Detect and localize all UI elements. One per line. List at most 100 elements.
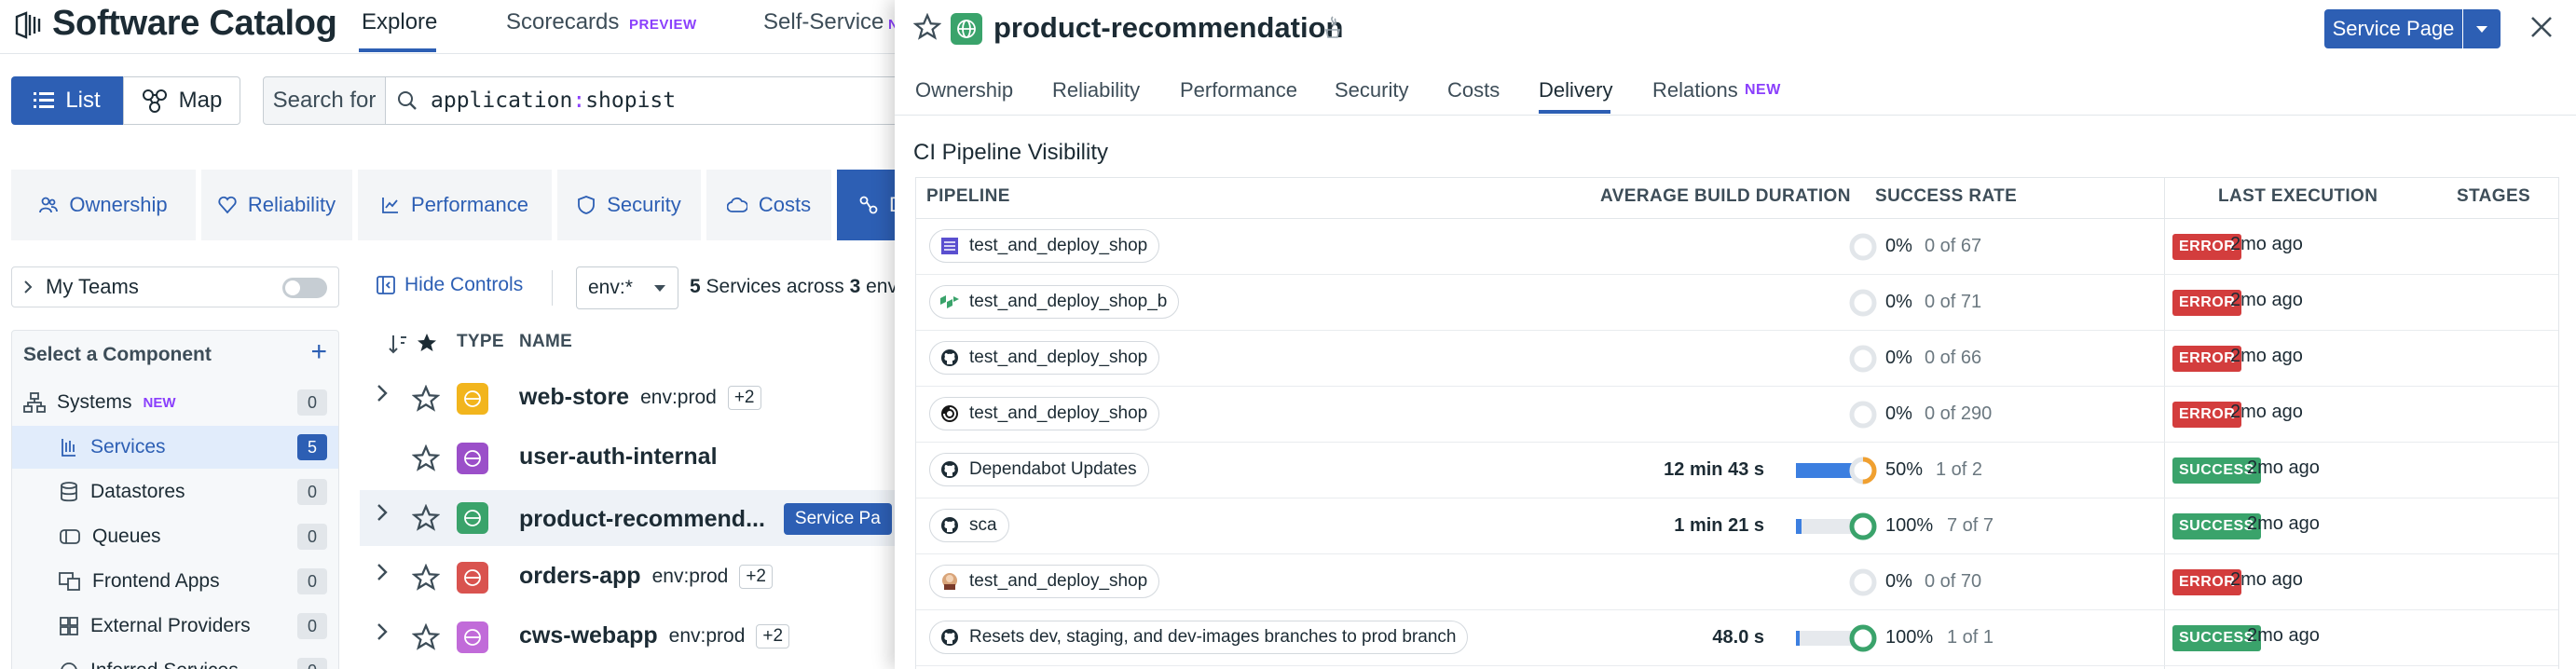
datastore-icon (59, 482, 79, 502)
chevron-right-icon[interactable] (377, 503, 388, 522)
pipeline-name-pill[interactable]: test_and_deploy_shop (929, 397, 1160, 430)
more-tags-badge[interactable]: +2 (756, 623, 790, 649)
service-page-button[interactable]: Service Page (2324, 9, 2462, 48)
favorite-star-icon[interactable] (412, 564, 440, 592)
pipeline-name-pill[interactable]: test_and_deploy_shop (929, 229, 1160, 263)
systems-icon (23, 392, 46, 413)
panel-tab-relations[interactable]: Relations (1652, 78, 1738, 102)
duration-bar (1796, 519, 1854, 534)
component-item-external-providers[interactable]: External Providers 0 (12, 605, 338, 648)
panel-tab-reliability[interactable]: Reliability (1052, 78, 1140, 102)
component-item-systems[interactable]: Systems NEW 0 (12, 381, 338, 424)
ring-fill (1849, 624, 1877, 652)
list-view-button[interactable]: List (11, 76, 123, 125)
pipeline-name: test_and_deploy_shop (969, 403, 1148, 423)
service-name[interactable]: web-store (519, 384, 629, 411)
success-rate-value: 0% (1885, 292, 1912, 312)
service-name[interactable]: cws-webapp (519, 622, 658, 649)
services-count-text: Services across (700, 276, 850, 297)
pipeline-name-pill[interactable]: test_and_deploy_shop (929, 341, 1160, 375)
search-input[interactable]: application:shopist (386, 76, 895, 125)
component-item-services[interactable]: Services 5 (12, 426, 338, 469)
pipeline-column-header[interactable]: PIPELINE (926, 186, 1010, 207)
perf-tab-security[interactable]: Security (557, 170, 701, 240)
service-name[interactable]: product-recommend... (519, 506, 765, 533)
duration-bar (1796, 631, 1854, 646)
pipeline-row[interactable]: test_and_deploy_shop 0% 0 of 67 ERROR 2mo a… (916, 219, 2558, 275)
chevron-right-icon[interactable] (377, 622, 388, 641)
service-name-cell: orders-app env:prod +2 (519, 563, 773, 590)
perf-tab-ownership[interactable]: Ownership (11, 170, 196, 240)
services-count-number: 5 (690, 276, 701, 297)
favorite-star-icon[interactable] (412, 385, 440, 413)
pipeline-name-pill[interactable]: test_and_deploy_shop_b (929, 285, 1180, 319)
nav-tab-scorecards[interactable]: Scorecards (506, 9, 619, 35)
success-rate-column-header[interactable]: SUCCESS RATE (1875, 186, 2017, 207)
avg-duration-column-header[interactable]: AVERAGE BUILD DURATION (1600, 186, 1851, 207)
hide-controls-button[interactable]: Hide Controls (377, 274, 523, 296)
perf-tab-reliability[interactable]: Reliability (201, 170, 352, 240)
more-tags-badge[interactable]: +2 (739, 564, 773, 589)
perf-tab-label: Costs (758, 193, 812, 216)
favorite-star-icon[interactable] (412, 623, 440, 651)
name-column-header[interactable]: NAME (519, 332, 572, 352)
pipeline-row[interactable]: Dependabot Updates 12 min 43 s 50% 1 of 2S… (916, 443, 2558, 498)
panel-tab-performance[interactable]: Performance (1180, 78, 1297, 102)
shield-icon (577, 196, 596, 214)
nav-tab-explore[interactable]: Explore (362, 9, 437, 35)
panel-tab-ownership[interactable]: Ownership (915, 78, 1013, 102)
pipeline-name-pill[interactable]: Resets dev, staging, and dev-images bran… (929, 621, 1469, 654)
pipeline-row[interactable]: test_and_deploy_shop 0% 0 of 66 ERROR 2mo a… (916, 331, 2558, 387)
favorite-star-icon[interactable] (412, 444, 440, 472)
pipeline-name-pill[interactable]: sca (929, 509, 1009, 542)
panel-tab-security[interactable]: Security (1335, 78, 1408, 102)
pipeline-row[interactable]: Resets dev, staging, and dev-images bran… (916, 610, 2558, 666)
sort-icon[interactable] (388, 334, 408, 354)
panel-tab-delivery[interactable]: Delivery (1539, 78, 1612, 102)
perf-tab-performance[interactable]: Performance (358, 170, 552, 240)
pipeline-name-pill[interactable]: test_and_deploy_shop (929, 565, 1160, 598)
favorite-column-star-icon[interactable] (416, 332, 438, 354)
service-name[interactable]: user-auth-internal (519, 444, 718, 471)
table-row[interactable]: cws-webapp env:prod +2 (360, 609, 895, 665)
ring-fill (1849, 512, 1877, 540)
type-column-header[interactable]: TYPE (457, 332, 504, 352)
table-row[interactable]: product-recommend... Service Pa (360, 490, 895, 546)
component-item-queues[interactable]: Queues 0 (12, 515, 338, 558)
last-execution-time: 2mo ago (2247, 457, 2320, 478)
pipeline-row[interactable]: test_and_deploy_shop 0% 0 of 290 ERROR 2mo … (916, 387, 2558, 443)
table-row[interactable]: orders-app env:prod +2 (360, 550, 895, 606)
pipeline-row[interactable]: test_and_deploy_shop 0% 0 of 70 ERROR 2mo a… (916, 554, 2558, 610)
perf-tab-delivery[interactable]: D (837, 170, 895, 240)
favorite-star-icon[interactable] (412, 504, 440, 532)
my-teams-toggle[interactable] (282, 278, 327, 298)
my-teams-filter[interactable]: My Teams (11, 266, 339, 307)
map-view-button[interactable]: Map (123, 76, 240, 125)
service-page-menu-button[interactable] (2463, 9, 2501, 48)
table-row[interactable]: web-store env:prod +2 (360, 371, 895, 427)
pipeline-row[interactable]: test_and_deploy_shop_b 0% 0 of 71 ERROR 2mo… (916, 275, 2558, 331)
panel-tabs-divider (895, 115, 2576, 116)
close-icon[interactable] (2528, 13, 2555, 41)
more-tags-badge[interactable]: +2 (727, 385, 761, 410)
component-item-inferred-services[interactable]: Inferred Services 0 (12, 649, 338, 669)
env-select[interactable]: env:* (576, 266, 678, 309)
perf-tab-label: Security (607, 193, 681, 216)
perf-tab-costs[interactable]: Costs (706, 170, 831, 240)
stages-column-header[interactable]: STAGES (2457, 186, 2530, 207)
pipeline-name-pill[interactable]: Dependabot Updates (929, 453, 1149, 486)
ring-track (1849, 233, 1877, 261)
pipeline-row[interactable]: sca 1 min 21 s 100% 7 of 7 SUCCESS 2mo ago (916, 498, 2558, 554)
chevron-right-icon[interactable] (377, 384, 388, 403)
service-name[interactable]: orders-app (519, 563, 641, 590)
table-row[interactable]: user-auth-internal (360, 430, 895, 486)
chevron-right-icon[interactable] (377, 563, 388, 581)
component-item-datastores[interactable]: Datastores 0 (12, 471, 338, 513)
favorite-star-icon[interactable] (913, 13, 941, 41)
component-item-frontend-apps[interactable]: Frontend Apps 0 (12, 560, 338, 603)
panel-tab-costs[interactable]: Costs (1447, 78, 1500, 102)
service-page-button[interactable]: Service Pa (783, 503, 892, 535)
last-execution-column-header[interactable]: LAST EXECUTION (2218, 186, 2377, 207)
nav-tab-self-service[interactable]: Self-Service (763, 9, 884, 35)
add-component-icon[interactable]: + (310, 336, 327, 368)
